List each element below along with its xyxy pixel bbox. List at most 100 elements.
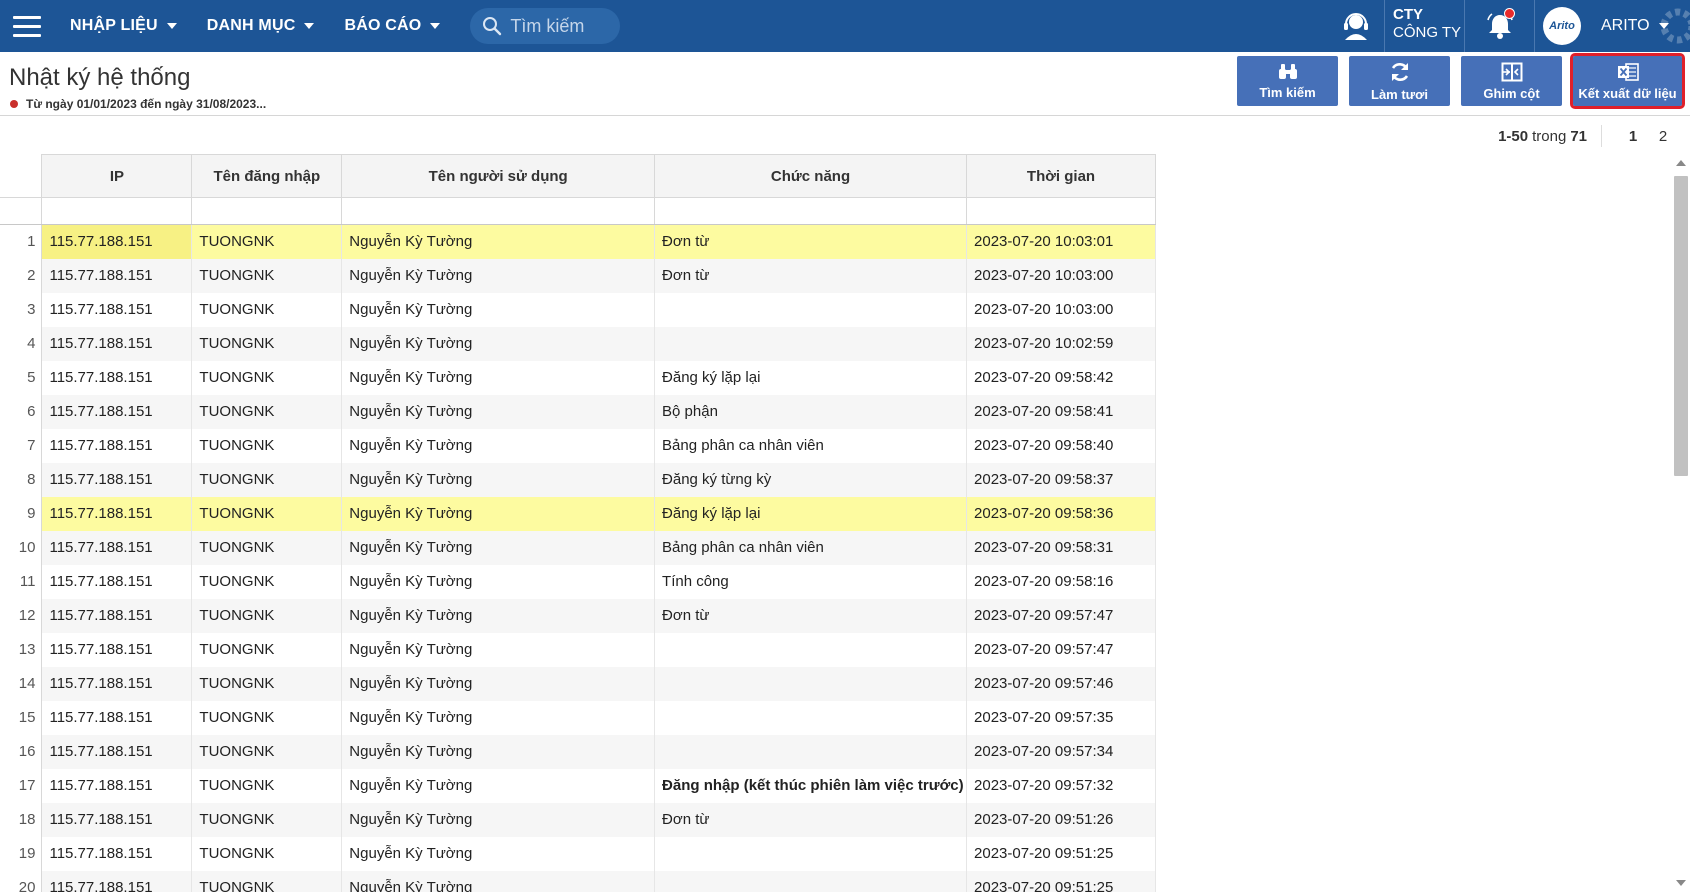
- cell-login[interactable]: TUONGNK: [191, 666, 343, 701]
- cell-login[interactable]: TUONGNK: [191, 428, 343, 463]
- filter-cell-login[interactable]: [191, 197, 343, 225]
- cell-ip[interactable]: 115.77.188.151: [41, 258, 193, 293]
- cell-login[interactable]: TUONGNK: [191, 360, 343, 395]
- cell-function[interactable]: [654, 836, 968, 871]
- scrollbar-thumb[interactable]: [1674, 176, 1688, 476]
- export-data-button[interactable]: Kết xuất dữ liệu: [1570, 53, 1685, 109]
- cell-ip[interactable]: 115.77.188.151: [41, 700, 193, 735]
- cell-user[interactable]: Nguyễn Kỳ Tường: [341, 666, 656, 701]
- table-row[interactable]: 3 115.77.188.151 TUONGNK Nguyễn Kỳ Tường 202…: [0, 292, 1156, 327]
- cell-time[interactable]: 2023-07-20 09:58:37: [966, 462, 1156, 497]
- cell-function[interactable]: [654, 870, 968, 892]
- refresh-button[interactable]: Làm tươi: [1349, 56, 1450, 106]
- column-header-ip[interactable]: IP: [41, 154, 193, 198]
- cell-function[interactable]: Tính công: [654, 564, 968, 599]
- filter-cell-user[interactable]: [341, 197, 656, 225]
- cell-time[interactable]: 2023-07-20 09:57:34: [966, 734, 1156, 769]
- cell-function[interactable]: Bảng phân ca nhân viên: [654, 530, 968, 565]
- cell-login[interactable]: TUONGNK: [191, 292, 343, 327]
- cell-time[interactable]: 2023-07-20 09:51:25: [966, 870, 1156, 892]
- column-header-function[interactable]: Chức năng: [654, 154, 968, 198]
- cell-login[interactable]: TUONGNK: [191, 802, 343, 837]
- column-header-login[interactable]: Tên đăng nhập: [191, 154, 343, 198]
- cell-time[interactable]: 2023-07-20 09:51:26: [966, 802, 1156, 837]
- cell-time[interactable]: 2023-07-20 09:58:36: [966, 496, 1156, 531]
- cell-time[interactable]: 2023-07-20 09:58:31: [966, 530, 1156, 565]
- user-menu[interactable]: Arito ARITO: [1535, 0, 1690, 52]
- company-selector[interactable]: CTY CÔNG TY: [1385, 0, 1465, 52]
- cell-function[interactable]: Bảng phân ca nhân viên: [654, 428, 968, 463]
- filter-cell-time[interactable]: [966, 197, 1156, 225]
- cell-ip[interactable]: 115.77.188.151: [41, 666, 193, 701]
- cell-user[interactable]: Nguyễn Kỳ Tường: [341, 700, 656, 735]
- table-row[interactable]: 5 115.77.188.151 TUONGNK Nguyễn Kỳ Tường Đăn…: [0, 360, 1156, 395]
- cell-function[interactable]: Đăng ký từng kỳ: [654, 462, 968, 497]
- cell-user[interactable]: Nguyễn Kỳ Tường: [341, 258, 656, 293]
- cell-user[interactable]: Nguyễn Kỳ Tường: [341, 598, 656, 633]
- cell-user[interactable]: Nguyễn Kỳ Tường: [341, 530, 656, 565]
- table-row[interactable]: 14 115.77.188.151 TUONGNK Nguyễn Kỳ Tường 20…: [0, 666, 1156, 701]
- cell-ip[interactable]: 115.77.188.151: [41, 326, 193, 361]
- cell-login[interactable]: TUONGNK: [191, 700, 343, 735]
- table-row[interactable]: 10 115.77.188.151 TUONGNK Nguyễn Kỳ Tường Bả…: [0, 530, 1156, 565]
- cell-function[interactable]: Bộ phận: [654, 394, 968, 429]
- cell-user[interactable]: Nguyễn Kỳ Tường: [341, 632, 656, 667]
- cell-user[interactable]: Nguyễn Kỳ Tường: [341, 496, 656, 531]
- cell-login[interactable]: TUONGNK: [191, 258, 343, 293]
- cell-user[interactable]: Nguyễn Kỳ Tường: [341, 326, 656, 361]
- table-row[interactable]: 15 115.77.188.151 TUONGNK Nguyễn Kỳ Tường 20…: [0, 700, 1156, 735]
- table-row[interactable]: 1 115.77.188.151 TUONGNK Nguyễn Kỳ Tường Đơn…: [0, 224, 1156, 259]
- cell-time[interactable]: 2023-07-20 09:58:42: [966, 360, 1156, 395]
- table-row[interactable]: 19 115.77.188.151 TUONGNK Nguyễn Kỳ Tường 20…: [0, 836, 1156, 871]
- cell-ip[interactable]: 115.77.188.151: [41, 462, 193, 497]
- scroll-down-arrow-icon[interactable]: [1671, 874, 1690, 892]
- table-row[interactable]: 8 115.77.188.151 TUONGNK Nguyễn Kỳ Tường Đăn…: [0, 462, 1156, 497]
- cell-function[interactable]: Đơn từ: [654, 224, 968, 259]
- cell-ip[interactable]: 115.77.188.151: [41, 632, 193, 667]
- hamburger-menu-icon[interactable]: [4, 0, 50, 52]
- cell-time[interactable]: 2023-07-20 09:58:40: [966, 428, 1156, 463]
- cell-ip[interactable]: 115.77.188.151: [41, 428, 193, 463]
- filter-cell-ip[interactable]: [41, 197, 193, 225]
- cell-function[interactable]: [654, 326, 968, 361]
- cell-user[interactable]: Nguyễn Kỳ Tường: [341, 224, 656, 259]
- cell-ip[interactable]: 115.77.188.151: [41, 564, 193, 599]
- table-row[interactable]: 20 115.77.188.151 TUONGNK Nguyễn Kỳ Tường 20…: [0, 870, 1156, 892]
- cell-time[interactable]: 2023-07-20 09:57:47: [966, 632, 1156, 667]
- cell-function[interactable]: [654, 734, 968, 769]
- cell-login[interactable]: TUONGNK: [191, 632, 343, 667]
- cell-user[interactable]: Nguyễn Kỳ Tường: [341, 564, 656, 599]
- cell-ip[interactable]: 115.77.188.151: [41, 394, 193, 429]
- cell-login[interactable]: TUONGNK: [191, 870, 343, 892]
- cell-user[interactable]: Nguyễn Kỳ Tường: [341, 768, 656, 803]
- cell-user[interactable]: Nguyễn Kỳ Tường: [341, 836, 656, 871]
- page-2-button[interactable]: 2: [1648, 128, 1678, 145]
- cell-login[interactable]: TUONGNK: [191, 836, 343, 871]
- search-input[interactable]: [510, 15, 611, 37]
- cell-login[interactable]: TUONGNK: [191, 598, 343, 633]
- support-button[interactable]: [1327, 0, 1385, 52]
- table-row[interactable]: 9 115.77.188.151 TUONGNK Nguyễn Kỳ Tường Đăn…: [0, 496, 1156, 531]
- cell-ip[interactable]: 115.77.188.151: [41, 870, 193, 892]
- pin-column-button[interactable]: Ghim cột: [1461, 56, 1562, 106]
- cell-ip[interactable]: 115.77.188.151: [41, 598, 193, 633]
- date-range-filter[interactable]: Từ ngày 01/01/2023 đến ngày 31/08/2023..…: [10, 97, 266, 111]
- table-row[interactable]: 12 115.77.188.151 TUONGNK Nguyễn Kỳ Tường Đơ…: [0, 598, 1156, 633]
- cell-user[interactable]: Nguyễn Kỳ Tường: [341, 428, 656, 463]
- cell-login[interactable]: TUONGNK: [191, 394, 343, 429]
- cell-user[interactable]: Nguyễn Kỳ Tường: [341, 734, 656, 769]
- cell-ip[interactable]: 115.77.188.151: [41, 530, 193, 565]
- table-row[interactable]: 4 115.77.188.151 TUONGNK Nguyễn Kỳ Tường 202…: [0, 326, 1156, 361]
- cell-login[interactable]: TUONGNK: [191, 462, 343, 497]
- cell-function[interactable]: Đơn từ: [654, 258, 968, 293]
- cell-time[interactable]: 2023-07-20 09:58:16: [966, 564, 1156, 599]
- cell-ip[interactable]: 115.77.188.151: [41, 836, 193, 871]
- cell-ip[interactable]: 115.77.188.151: [41, 360, 193, 395]
- cell-login[interactable]: TUONGNK: [191, 768, 343, 803]
- column-header-time[interactable]: Thời gian: [966, 154, 1156, 198]
- table-row[interactable]: 13 115.77.188.151 TUONGNK Nguyễn Kỳ Tường 20…: [0, 632, 1156, 667]
- cell-function[interactable]: Đăng nhập (kết thúc phiên làm việc trước…: [654, 768, 968, 803]
- cell-ip[interactable]: 115.77.188.151: [41, 496, 193, 531]
- cell-time[interactable]: 2023-07-20 09:57:32: [966, 768, 1156, 803]
- cell-user[interactable]: Nguyễn Kỳ Tường: [341, 802, 656, 837]
